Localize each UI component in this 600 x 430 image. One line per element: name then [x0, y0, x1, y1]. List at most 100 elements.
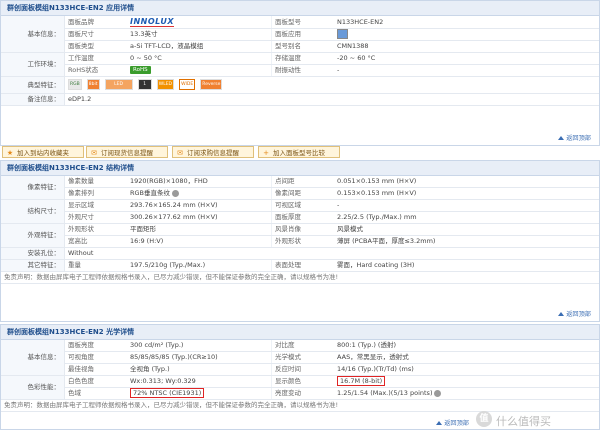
storage-temp-value: -20 ~ 60 °C [334, 52, 599, 65]
panel-feature-icon[interactable]: 1 [137, 79, 152, 91]
rgb-feature-icon[interactable]: RGB [68, 79, 82, 91]
display-colors-highlight: 16.7M (8-bit) [337, 376, 386, 386]
form-label: 外观形状 [271, 235, 334, 248]
op-temp-value: 0 ~ 50 °C [127, 52, 272, 65]
contrast-value: 800:1 (Typ.) (透射) [334, 340, 599, 352]
type-label: 面板类型 [64, 40, 127, 53]
structure-section: 群创面板模组N133HCE-EN2 结构详情 像素特征： 像素数量 1920(R… [0, 160, 600, 322]
vibration-label: 耐振动性 [271, 64, 334, 77]
add-favorites-button[interactable]: ★ 加入到站内收藏夹 [2, 146, 84, 158]
pixel-pitch-value: 0.153×0.153 mm (H×V) [334, 187, 599, 200]
subscribe-demand-label: 订阅求购信息提醒 [187, 149, 239, 157]
brightness-value: 300 cd/m² (Typ.) [127, 340, 272, 352]
watermark-logo-icon: 值 [476, 411, 492, 427]
resolution-label: 像素数量 [64, 176, 127, 188]
contrast-label: 对比度 [271, 340, 334, 352]
rohs-value: RoHS [127, 64, 272, 77]
add-compare-button[interactable]: + 加入面板型号比较 [258, 146, 340, 158]
innolux-logo[interactable]: INNOLUX [130, 16, 174, 27]
up-arrow-icon [558, 312, 565, 316]
shape-label: 外观形状 [64, 223, 127, 236]
model-label: 面板型号 [271, 16, 334, 29]
white-point-label: 白色色度 [64, 375, 127, 388]
type-value: a-Si TFT-LCD，液晶模组 [127, 40, 272, 53]
resolution-value: 1920(RGB)×1080，FHD [127, 176, 272, 188]
reverse-feature-icon[interactable]: Reverse [200, 79, 223, 91]
application-section-title: 群创面板模组N133HCE-EN2 应用详情 [1, 1, 599, 16]
display-colors-label: 显示颜色 [271, 375, 334, 388]
surface-label: 表面处理 [271, 259, 334, 272]
note-value: eDP1.2 [64, 93, 599, 106]
shape-value: 平面矩形 [127, 223, 272, 236]
thickness-value: 2.25/2.5 (Typ./Max.) mm [334, 211, 599, 224]
pixel-pitch-label: 像素间距 [271, 187, 334, 200]
subscribe-demand-button[interactable]: ✉ 订阅求购信息提醒 [172, 146, 254, 158]
vibration-value: - [334, 64, 599, 77]
gamut-highlight: 72% NTSC (CIE1931) [130, 388, 205, 398]
visible-area-label: 可视区域 [271, 199, 334, 212]
optical-section-title: 群创面板模组N133HCE-EN2 光学详情 [1, 325, 599, 340]
subscribe-stock-button[interactable]: ✉ 订阅现货信息提醒 [86, 146, 168, 158]
brand-value: INNOLUX [127, 16, 272, 29]
pixel-arrangement-label: 像素排列 [64, 187, 127, 200]
feature-icons: RGB 8bit LED 1 WLED WIDE Reverse [64, 76, 599, 94]
alias-label: 型号别名 [271, 40, 334, 53]
weight-value: 197.5/210g (Typ./Max.) [127, 259, 272, 272]
aspect-ratio-value: 16:9 (H:V) [127, 235, 272, 248]
best-view-label: 最佳视角 [64, 363, 127, 376]
back-to-top-link-1[interactable]: 返回顶部 [558, 133, 591, 142]
add-compare-label: 加入面板型号比较 [273, 149, 325, 157]
application-table: 基本信息： 面板品牌 INNOLUX 面板型号 N133HCE-EN2 面板尺寸… [1, 16, 599, 106]
application-section: 群创面板模组N133HCE-EN2 应用详情 基本信息： 面板品牌 INNOLU… [0, 0, 600, 146]
application-label: 面板应用 [271, 28, 334, 41]
back-to-top-link-3[interactable]: 返回顶部 [436, 418, 469, 427]
bell-icon: ✉ [177, 149, 183, 157]
storage-temp-label: 存储温度 [271, 52, 334, 65]
group-note: 备注信息： [1, 93, 65, 106]
pixel-arrangement-text: RGB垂直条纹 [130, 189, 171, 197]
brightness-label: 面板亮度 [64, 340, 127, 352]
structure-table: 像素特征： 像素数量 1920(RGB)×1080，FHD 点间距 0.051×… [1, 176, 599, 284]
aspect-ratio-label: 宽高比 [64, 235, 127, 248]
application-value [334, 28, 599, 41]
orientation-value: 风景模式 [334, 223, 599, 236]
group-optical-basic: 基本信息： [1, 340, 65, 376]
size-label: 面板尺寸 [64, 28, 127, 41]
gamut-value: 72% NTSC (CIE1931) [127, 387, 272, 400]
form-value: 薄屏 (PCBA平面，厚度≤3.2mm) [334, 235, 599, 248]
laptop-icon[interactable] [337, 29, 348, 39]
info-icon[interactable] [172, 189, 180, 197]
back-to-top-link-2[interactable]: 返回顶部 [558, 309, 591, 318]
optical-mode-label: 光学模式 [271, 351, 334, 364]
back-to-top-label: 返回顶部 [444, 420, 469, 427]
alias-value: CMN1388 [334, 40, 599, 53]
rohs-label: RoHS状态 [64, 64, 127, 77]
display-area-label: 显示区域 [64, 199, 127, 212]
group-features: 典型特征： [1, 76, 65, 94]
led-feature-icon[interactable]: LED [104, 79, 133, 91]
wide-feature-icon[interactable]: WIDE [179, 79, 196, 91]
site-watermark: 值 什么值得买 [476, 410, 596, 428]
group-appearance: 外观特征： [1, 223, 65, 248]
visible-area-value: - [334, 199, 599, 212]
view-angle-value: 85/85/85/85 (Typ.)(CR≥10) [127, 351, 272, 364]
back-to-top-label: 返回顶部 [566, 311, 591, 318]
display-area-value: 293.76×165.24 mm (H×V) [127, 199, 272, 212]
up-arrow-icon [436, 421, 443, 425]
wled-feature-icon[interactable]: WLED [156, 79, 175, 91]
outline-label: 外观尺寸 [64, 211, 127, 224]
subscribe-stock-label: 订阅现货信息提醒 [101, 149, 153, 157]
8bit-feature-icon[interactable]: 8bit [86, 79, 100, 91]
mounting-value: Without [64, 247, 599, 260]
group-other: 其它特征： [1, 259, 65, 272]
info-icon[interactable] [434, 389, 442, 397]
uniformity-text: 1.25/1.54 (Max.)(5/13 points) [337, 389, 433, 397]
structure-disclaimer: 免责声明：数据由屏库电子工程师依据规格书录入，已尽力减少错误，但不能保证参数的完… [1, 271, 599, 284]
group-color: 色彩性能： [1, 375, 65, 400]
optical-mode-value: AAS，常黑显示，透射式 [334, 351, 599, 364]
display-colors-value: 16.7M (8-bit) [334, 375, 599, 388]
dot-pitch-label: 点间距 [271, 176, 334, 188]
model-value: N133HCE-EN2 [334, 16, 599, 29]
dot-pitch-value: 0.051×0.153 mm (H×V) [334, 176, 599, 188]
uniformity-value: 1.25/1.54 (Max.)(5/13 points) [334, 387, 599, 400]
